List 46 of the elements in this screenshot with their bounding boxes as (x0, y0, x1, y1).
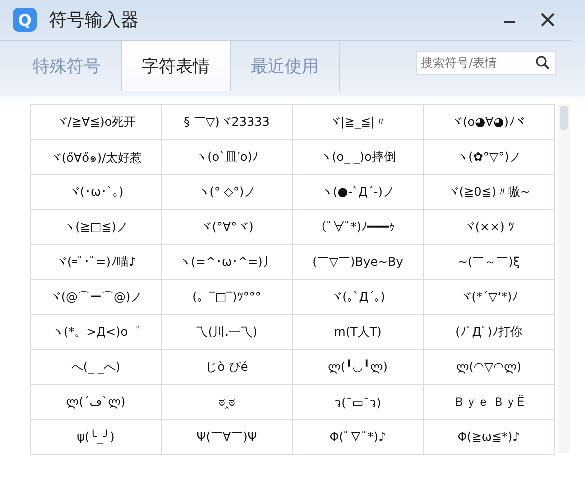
emoticon-cell[interactable]: じò ぴé (162, 350, 293, 385)
emoticon-cell[interactable]: Ψ(￣∀￣)Ψ (162, 420, 293, 455)
emoticon-cell[interactable]: (ﾟ∀ﾟ*)ﾉ━━━ｩ (293, 210, 424, 245)
search-field[interactable]: 搜索符号/表情 (416, 51, 556, 75)
emoticon-cell[interactable]: ヾ(ő∀ő๑)/太好惹 (31, 140, 162, 175)
emoticon-cell[interactable]: ヾ(=ﾟ･ﾟ=)ﾉ喵♪ (31, 245, 162, 280)
emoticon-cell[interactable]: ヽ(o_ _)o摔倒 (293, 140, 424, 175)
emoticon-cell[interactable]: (。‾□‾)ﾂ°°° (162, 280, 293, 315)
scrollbar[interactable] (558, 104, 570, 453)
emoticon-cell[interactable]: ლ(◠▽◠ლ) (424, 350, 555, 385)
emoticon-cell[interactable]: m(T人T) (293, 315, 424, 350)
emoticon-cell[interactable]: (￣▽￣)Bye~By (293, 245, 424, 280)
emoticon-cell[interactable]: ヽ(o`皿′o)ﾉ (162, 140, 293, 175)
emoticon-cell[interactable]: ヽ(=^･ω･^=)丿 (162, 245, 293, 280)
emoticon-cell[interactable]: ヽ(≧□≦)ノ (31, 210, 162, 245)
emoticon-cell[interactable]: Φ(≧ω≦*)♪ (424, 420, 555, 455)
window-title: 符号输入器 (49, 9, 140, 32)
emoticon-cell[interactable]: § ￣▽)ヾ23333 (162, 105, 293, 140)
tab[interactable]: 字符表情 (122, 41, 231, 91)
emoticon-cell[interactable]: ヽ(✿°▽°)ノ (424, 140, 555, 175)
emoticon-cell[interactable]: ヽ(° ◇°)ノ (162, 175, 293, 210)
emoticon-cell[interactable]: ヾ(･ω･`｡) (31, 175, 162, 210)
emoticon-cell[interactable]: Ｂｙｅ ＢｙЁ (424, 385, 555, 420)
emoticon-cell[interactable]: ~(￣～￣)ξ (424, 245, 555, 280)
emoticon-cell[interactable]: ლ(´ڡ`ლ) (31, 385, 162, 420)
emoticon-cell[interactable]: ψ(╰_╯) (31, 420, 162, 455)
emoticon-cell[interactable]: (ﾉﾟДﾟ)ﾉ打你 (424, 315, 555, 350)
app-logo: Q (13, 8, 37, 32)
emoticon-cell[interactable]: ヾ(o◕∀◕)ﾉヾ (424, 105, 555, 140)
emoticon-cell[interactable]: ヾ(××) ﾂ (424, 210, 555, 245)
emoticon-cell[interactable]: 乁(川.一乁) (162, 315, 293, 350)
emoticon-cell[interactable]: ヾ/≧∀≦)o死开 (31, 105, 162, 140)
emoticon-cell[interactable]: ヾ(°∀°ヾ) (162, 210, 293, 245)
search-icon[interactable] (535, 55, 551, 71)
emoticon-cell[interactable]: ヾ(*´▽‘*)ﾉ (424, 280, 555, 315)
emoticon-cell[interactable]: ヾ|≧_≦|〃 (293, 105, 424, 140)
emoticon-cell[interactable]: ว(¯▭¯ว) (293, 385, 424, 420)
emoticon-cell[interactable]: ヾ(｡`Д´｡) (293, 280, 424, 315)
emoticon-cell[interactable]: ლ(╹◡╹ლ) (293, 350, 424, 385)
emoticon-cell[interactable]: ヽ(●-`Д´-)ノ (293, 175, 424, 210)
emoticon-cell[interactable]: ಠ‸ಠ (162, 385, 293, 420)
emoticon-cell[interactable]: へ(_ _へ) (31, 350, 162, 385)
emoticon-cell[interactable]: ヾ(@⌒ー⌒@)ノ (31, 280, 162, 315)
emoticon-cell[interactable]: ヾ(≧0≦)〃嗷~ (424, 175, 555, 210)
emoticon-cell[interactable]: Φ(ﾟ▽ﾟ*)♪ (293, 420, 424, 455)
emoticon-cell[interactable]: ヽ(*。>Д<)o゜ (31, 315, 162, 350)
